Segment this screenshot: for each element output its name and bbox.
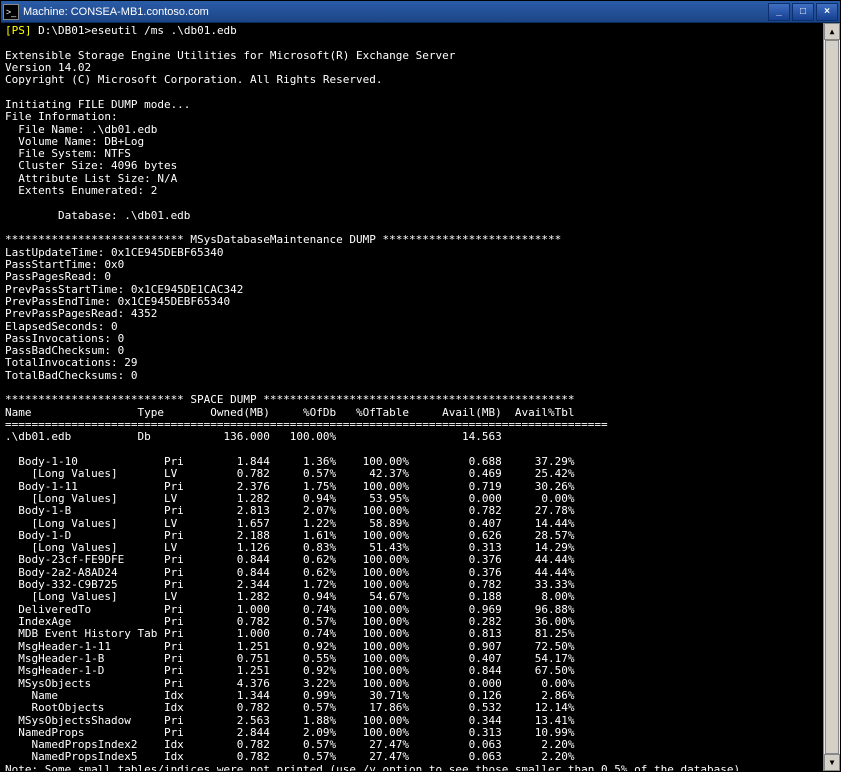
scroll-track[interactable] (824, 40, 840, 754)
close-button[interactable]: × (816, 3, 838, 21)
scroll-down-button[interactable]: ▼ (824, 754, 840, 771)
terminal-area[interactable]: [PS] D:\DB01>eseutil /ms .\db01.edb Exte… (1, 23, 840, 771)
window-title: Machine: CONSEA-MB1.contoso.com (23, 6, 209, 18)
maximize-button[interactable]: □ (792, 3, 814, 21)
terminal-icon: >_ (3, 4, 19, 20)
scroll-up-button[interactable]: ▲ (824, 23, 840, 40)
minimize-button[interactable]: _ (768, 3, 790, 21)
terminal-output: [PS] D:\DB01>eseutil /ms .\db01.edb Exte… (1, 23, 840, 771)
window-buttons: _ □ × (768, 3, 838, 21)
scrollbar-vertical[interactable]: ▲ ▼ (823, 23, 840, 771)
window-titlebar: >_ Machine: CONSEA-MB1.contoso.com _ □ × (1, 1, 840, 23)
scroll-thumb[interactable] (825, 40, 839, 754)
